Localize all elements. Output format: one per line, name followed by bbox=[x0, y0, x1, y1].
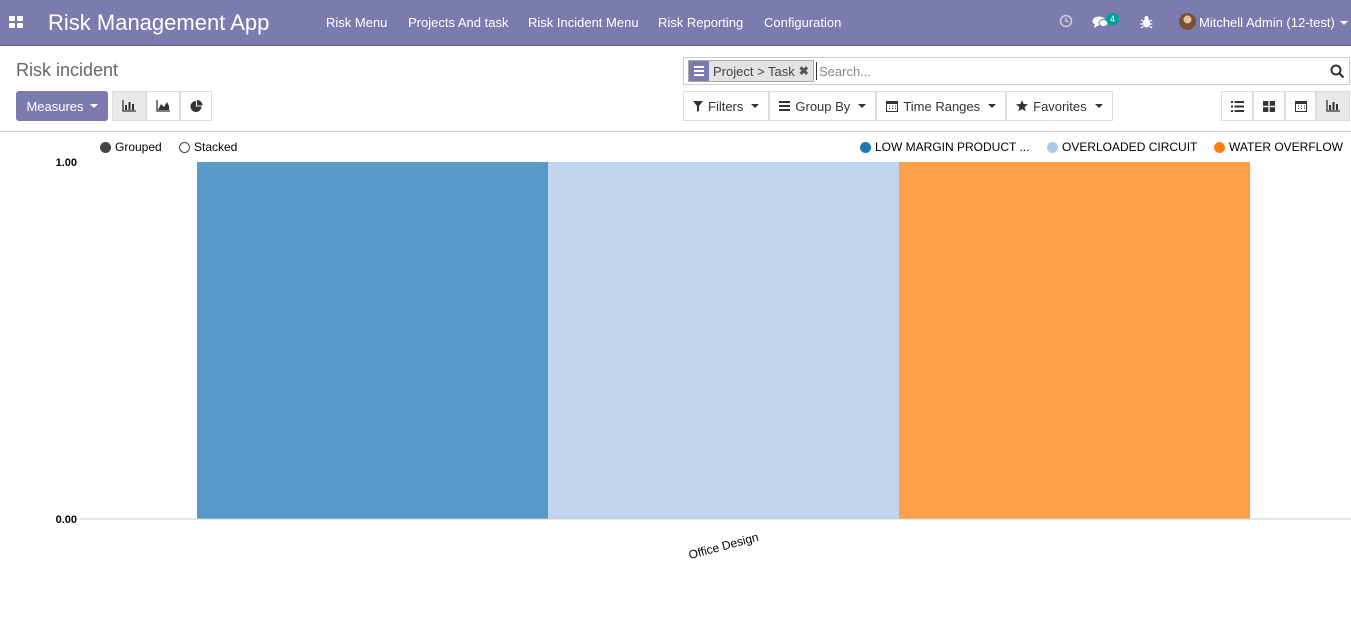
app-brand[interactable]: Risk Management App bbox=[48, 10, 269, 36]
y-tick-label: 0.00 bbox=[56, 514, 77, 526]
group-by-facet-icon bbox=[689, 61, 709, 81]
search-box: Project > Task ✖ bbox=[683, 57, 1350, 85]
time-ranges-label: Time Ranges bbox=[903, 98, 981, 114]
user-avatar[interactable] bbox=[1179, 13, 1196, 30]
debug-bug-icon[interactable] bbox=[1140, 15, 1153, 29]
measures-button[interactable]: Measures bbox=[16, 91, 108, 121]
filter-icon bbox=[693, 100, 703, 112]
search-icon[interactable] bbox=[1330, 64, 1345, 79]
search-options: Filters Group By Time Ranges Favorites bbox=[683, 91, 1113, 121]
filters-button[interactable]: Filters bbox=[683, 91, 770, 121]
pie-chart-icon bbox=[190, 99, 202, 112]
list-view-icon bbox=[1230, 100, 1244, 112]
search-input[interactable] bbox=[816, 62, 1316, 80]
kanban-view-button[interactable] bbox=[1253, 91, 1285, 121]
chevron-down-icon bbox=[751, 104, 760, 108]
menu-projects-and-task[interactable]: Projects And task bbox=[408, 15, 508, 30]
view-switcher bbox=[1221, 91, 1350, 121]
calendar-view-button[interactable] bbox=[1285, 91, 1316, 121]
control-panel-divider bbox=[0, 131, 1351, 132]
line-chart-button[interactable] bbox=[146, 91, 180, 121]
chevron-down-icon bbox=[1094, 104, 1103, 108]
chevron-down-icon bbox=[89, 104, 98, 108]
area-chart-icon bbox=[156, 100, 170, 112]
chevron-down-icon bbox=[858, 104, 867, 108]
apps-grid-icon[interactable] bbox=[9, 16, 23, 28]
search-facet: Project > Task ✖ bbox=[688, 60, 814, 82]
messages-count-badge: 4 bbox=[1106, 13, 1120, 25]
calendar-view-icon bbox=[1294, 101, 1307, 112]
menu-risk-incident[interactable]: Risk Incident Menu bbox=[528, 15, 639, 30]
graph-view-icon bbox=[1326, 100, 1340, 112]
user-menu-caret-icon[interactable] bbox=[1340, 21, 1348, 25]
kanban-view-icon bbox=[1263, 100, 1275, 112]
favorites-label: Favorites bbox=[1033, 98, 1087, 114]
top-navbar: Risk Management App Risk Menu Projects A… bbox=[0, 0, 1351, 46]
bar-2[interactable] bbox=[899, 162, 1250, 519]
facet-remove-icon[interactable]: ✖ bbox=[799, 64, 813, 78]
search-facet-label: Project > Task bbox=[713, 63, 795, 79]
chart-type-switcher bbox=[112, 91, 212, 121]
menu-risk-reporting[interactable]: Risk Reporting bbox=[658, 15, 743, 30]
bar-1[interactable] bbox=[548, 162, 899, 519]
favorites-button[interactable]: Favorites bbox=[1006, 91, 1113, 121]
menu-configuration[interactable]: Configuration bbox=[764, 15, 841, 30]
bar-chart: Office Design 0.00 1.00 bbox=[56, 157, 1351, 562]
y-tick-label: 1.00 bbox=[56, 157, 77, 169]
bar-chart-button[interactable] bbox=[112, 91, 146, 121]
menu-risk-menu[interactable]: Risk Menu bbox=[326, 15, 387, 30]
list-view-button[interactable] bbox=[1221, 91, 1253, 121]
breadcrumb: Risk incident bbox=[16, 60, 119, 80]
time-ranges-button[interactable]: Time Ranges bbox=[876, 91, 1007, 121]
bar-0[interactable] bbox=[197, 162, 548, 519]
pie-chart-button[interactable] bbox=[180, 91, 212, 121]
chevron-down-icon bbox=[988, 104, 997, 108]
measures-label: Measures bbox=[26, 98, 84, 114]
filters-label: Filters bbox=[708, 98, 744, 114]
user-menu[interactable]: Mitchell Admin (12-test) bbox=[1199, 15, 1335, 30]
clock-icon[interactable] bbox=[1059, 14, 1073, 28]
graph-view-button[interactable] bbox=[1316, 91, 1350, 121]
group-by-icon bbox=[779, 101, 791, 111]
group-by-button[interactable]: Group By bbox=[769, 91, 877, 121]
bar-chart-icon bbox=[122, 100, 136, 112]
group-by-label: Group By bbox=[795, 98, 851, 114]
star-icon bbox=[1016, 100, 1029, 112]
x-tick-label: Office Design bbox=[687, 530, 760, 562]
calendar-icon bbox=[886, 101, 899, 112]
